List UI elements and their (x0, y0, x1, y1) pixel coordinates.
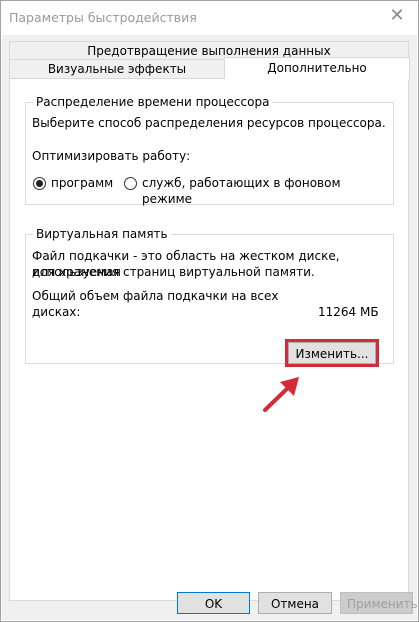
tab-advanced[interactable]: Дополнительно (224, 57, 410, 79)
apply-button[interactable]: Применить (340, 592, 418, 614)
paging-total-value: 11264 МБ (318, 305, 379, 319)
change-virtual-memory-button[interactable]: Изменить... (285, 339, 379, 367)
title-bar: Параметры быстродействия ✕ (1, 1, 418, 35)
processor-scheduling-description: Выберите способ распределения ресурсов п… (32, 116, 386, 130)
tab-visual-effects[interactable]: Визуальные эффекты (9, 59, 225, 78)
optimize-label: Оптимизировать работу: (32, 149, 191, 163)
virtual-memory-description-line2: для хранения страниц виртуальной памяти. (32, 265, 315, 279)
dialog-client-area: Предотвращение выполнения данных Визуаль… (2, 35, 418, 620)
paging-total-label-line1: Общий объем файла подкачки на всех (32, 289, 279, 303)
window-title: Параметры быстродействия (9, 10, 197, 25)
processor-scheduling-title: Распределение времени процессора (33, 95, 273, 109)
ok-button[interactable]: OK (177, 592, 250, 614)
background-services-radio-label[interactable]: служб, работающих в фоновом режиме (142, 175, 393, 207)
programs-radio[interactable] (33, 177, 46, 190)
performance-options-window: Параметры быстродействия ✕ Предотвращени… (0, 0, 419, 622)
paging-total-label-line2: дисках: (32, 305, 81, 319)
background-services-radio[interactable] (124, 177, 137, 190)
processor-scheduling-group: Распределение времени процессора Выберит… (25, 95, 394, 207)
advanced-tab-panel: Распределение времени процессора Выберит… (9, 78, 409, 601)
programs-radio-label[interactable]: программ (51, 175, 113, 191)
close-icon[interactable]: ✕ (388, 7, 406, 25)
virtual-memory-title: Виртуальная память (33, 227, 171, 241)
cancel-button[interactable]: Отмена (258, 592, 332, 614)
